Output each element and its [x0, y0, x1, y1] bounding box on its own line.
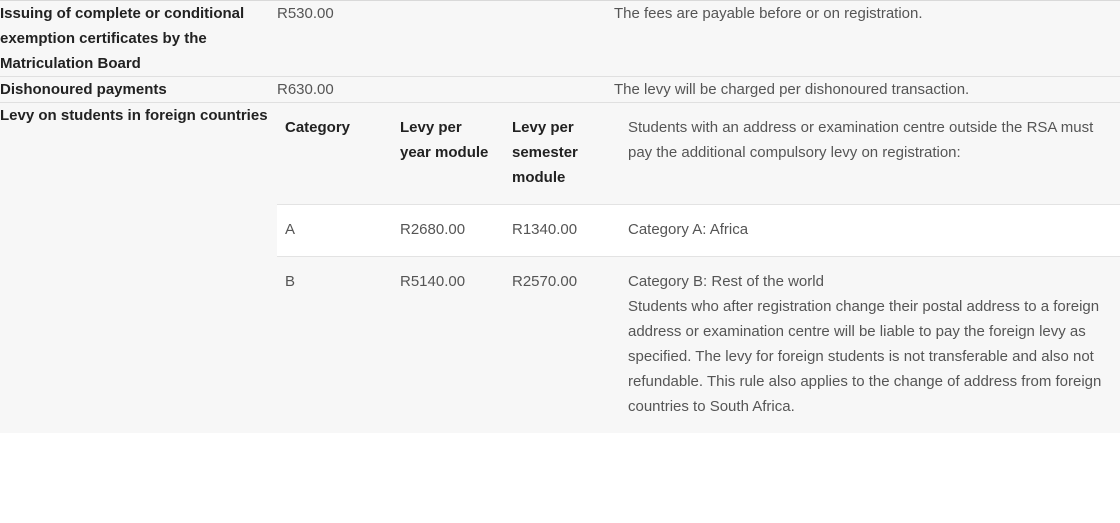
- detail-row: R630.00 The levy will be charged per dis…: [277, 77, 1120, 102]
- category-b-description-line-2: Students who after registration change t…: [628, 298, 1102, 415]
- row-detail-table: R530.00 The fees are payable before or o…: [277, 1, 1120, 26]
- category-b-description-line-1: Category B: Rest of the world: [628, 273, 824, 290]
- fee-row-details: R530.00 The fees are payable before or o…: [277, 0, 1120, 77]
- fee-amount-exemption-certificates: R530.00: [277, 5, 334, 22]
- detail-row: R530.00 The fees are payable before or o…: [277, 1, 1120, 26]
- table-row: Dishonoured payments R630.00 The levy wi…: [0, 76, 1120, 103]
- fee-label-foreign-levy: Levy on students in foreign countries: [0, 102, 277, 433]
- row-detail-table: R630.00 The levy will be charged per dis…: [277, 77, 1120, 102]
- fee-label-exemption-certificates: Issuing of complete or conditional exemp…: [0, 0, 277, 77]
- category-value-b: B: [277, 256, 392, 433]
- column-header-category: Category: [285, 119, 351, 136]
- fee-row-details: R630.00 The levy will be charged per dis…: [277, 76, 1120, 103]
- table-row: Issuing of complete or conditional exemp…: [0, 0, 1120, 77]
- fee-label-dishonoured-payments: Dishonoured payments: [0, 76, 277, 103]
- levy-per-year-value-b: R5140.00: [392, 256, 504, 433]
- fee-description-dishonoured-payments: The levy will be charged per dishonoured…: [614, 81, 970, 98]
- foreign-levy-details: Category Levy per year module Levy per s…: [277, 102, 1120, 433]
- column-header-levy-per-year-module: Levy per year module: [400, 119, 489, 161]
- levy-per-year-value-a: R2680.00: [392, 204, 504, 257]
- fee-description-exemption-certificates: The fees are payable before or on regist…: [614, 5, 923, 22]
- table-row: Levy on students in foreign countries Ca…: [0, 102, 1120, 433]
- column-header-levy-per-semester-module: Levy per semester module: [512, 119, 578, 186]
- category-value-a: A: [277, 204, 392, 257]
- foreign-levy-intro-text: Students with an address or examination …: [628, 119, 1094, 161]
- category-a-description: Category A: Africa: [616, 204, 1120, 257]
- levy-per-semester-value-a: R1340.00: [504, 204, 616, 257]
- category-b-description: Category B: Rest of the world Students w…: [616, 256, 1120, 433]
- fees-table: Issuing of complete or conditional exemp…: [0, 0, 1120, 433]
- fee-amount-dishonoured-payments: R630.00: [277, 81, 334, 98]
- foreign-levy-row-b: B R5140.00 R2570.00 Category B: Rest of …: [277, 256, 1120, 433]
- foreign-levy-table: Category Levy per year module Levy per s…: [277, 103, 1120, 433]
- category-a-description-line-1: Category A: Africa: [628, 221, 749, 238]
- foreign-levy-header-row: Category Levy per year module Levy per s…: [277, 103, 1120, 205]
- foreign-levy-row-a: A R2680.00 R1340.00 Category A: Africa: [277, 204, 1120, 257]
- levy-per-semester-value-b: R2570.00: [504, 256, 616, 433]
